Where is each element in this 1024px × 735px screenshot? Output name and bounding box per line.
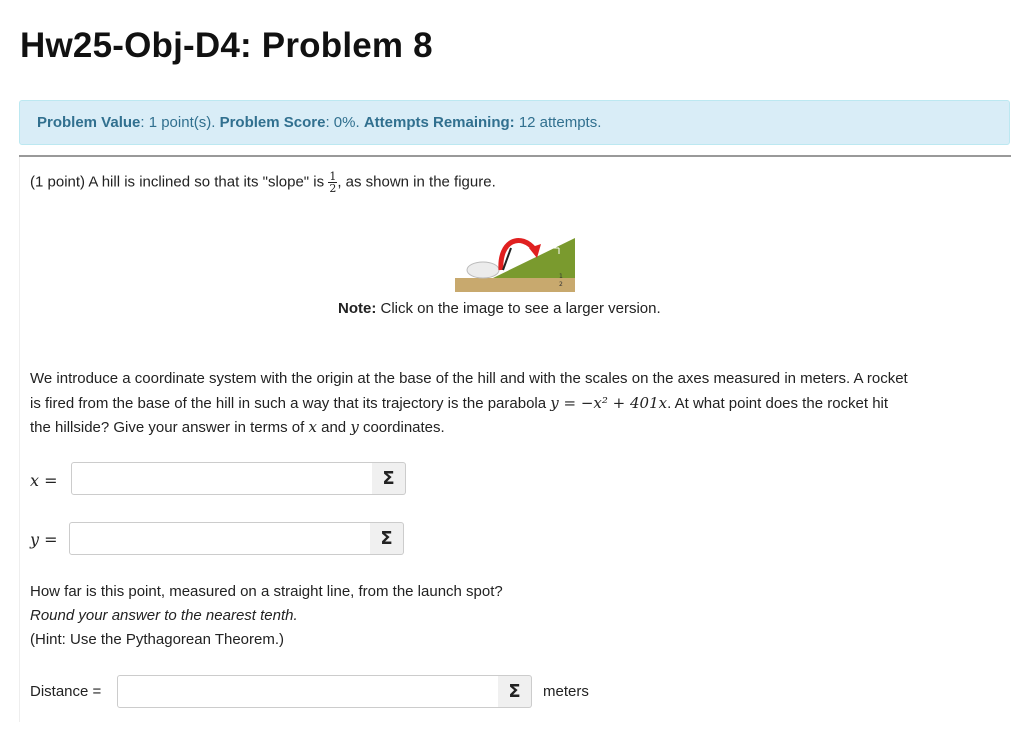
distance-label: Distance = — [30, 683, 102, 700]
problem-score: : 0%. — [325, 114, 364, 131]
body-text: the hillside? Give your answer in terms … — [30, 419, 305, 436]
slope-denominator: 2 — [329, 182, 337, 195]
x-answer-label: x = — [30, 471, 58, 490]
distance-equation-editor-button[interactable]: Σ — [498, 675, 532, 708]
divider — [19, 155, 1011, 157]
cloud-puff — [466, 261, 500, 279]
problem-score-label: Problem Score — [219, 114, 326, 131]
y-answer-label: y = — [30, 530, 58, 549]
parabola-equation: y = −x² + 401x — [550, 394, 668, 412]
note-label: Note: — [338, 300, 377, 317]
body-text-end: coordinates. — [362, 419, 445, 436]
distance-hint: (Hint: Use the Pythagorean Theorem.) — [30, 631, 285, 648]
ground-shape — [455, 278, 575, 292]
y-answer-input[interactable] — [69, 522, 371, 555]
attempts-remaining-label: Attempts Remaining: — [363, 114, 515, 131]
problem-value: : 1 point(s). — [140, 114, 220, 131]
attempts-remaining: 12 attempts. — [514, 114, 602, 131]
body-text: is fired from the base of the hill in su… — [30, 395, 547, 412]
y-equation-editor-button[interactable]: Σ — [370, 522, 404, 555]
body-text-end: . At what point does the rocket hit — [667, 395, 889, 412]
note-text: Click on the image to see a larger versi… — [376, 300, 661, 317]
body-text-and: and — [321, 419, 347, 436]
hill-shape — [493, 238, 575, 278]
problem-body-line-2: is fired from the base of the hill in su… — [30, 394, 888, 412]
hill-figure-image[interactable]: 1 2 — [455, 226, 575, 292]
intro-text-end: , as shown in the figure. — [337, 173, 496, 191]
slope-label-top: 1 — [559, 273, 563, 280]
hill-figure-svg: 1 2 — [455, 238, 575, 292]
distance-question-line-2: Round your answer to the nearest tenth. — [30, 607, 298, 624]
y-label-text: y = — [30, 530, 58, 549]
intro-text: (1 point) A hill is inclined so that its… — [30, 173, 325, 191]
distance-unit: meters — [543, 683, 589, 700]
problem-status-box: Problem Value: 1 point(s). Problem Score… — [19, 100, 1010, 145]
page-title: Hw25-Obj-D4: Problem 8 — [20, 26, 433, 65]
x-answer-input[interactable] — [71, 462, 373, 495]
distance-answer-input[interactable] — [117, 675, 499, 708]
problem-intro: (1 point) A hill is inclined so that its… — [30, 171, 496, 194]
var-x: x — [308, 418, 317, 436]
problem-value-label: Problem Value — [37, 114, 141, 131]
problem-border — [19, 157, 20, 722]
slope-label-bottom: 2 — [559, 281, 563, 288]
x-equation-editor-button[interactable]: Σ — [372, 462, 406, 495]
var-y: y — [350, 418, 359, 436]
x-label-text: x = — [30, 471, 58, 490]
figure-note: Note: Click on the image to see a larger… — [338, 300, 661, 317]
problem-body-line-1: We introduce a coordinate system with th… — [30, 370, 908, 387]
slope-fraction: 12 — [328, 171, 338, 195]
problem-body-line-3: the hillside? Give your answer in terms … — [30, 418, 445, 436]
distance-question-line-1: How far is this point, measured on a str… — [30, 583, 503, 600]
